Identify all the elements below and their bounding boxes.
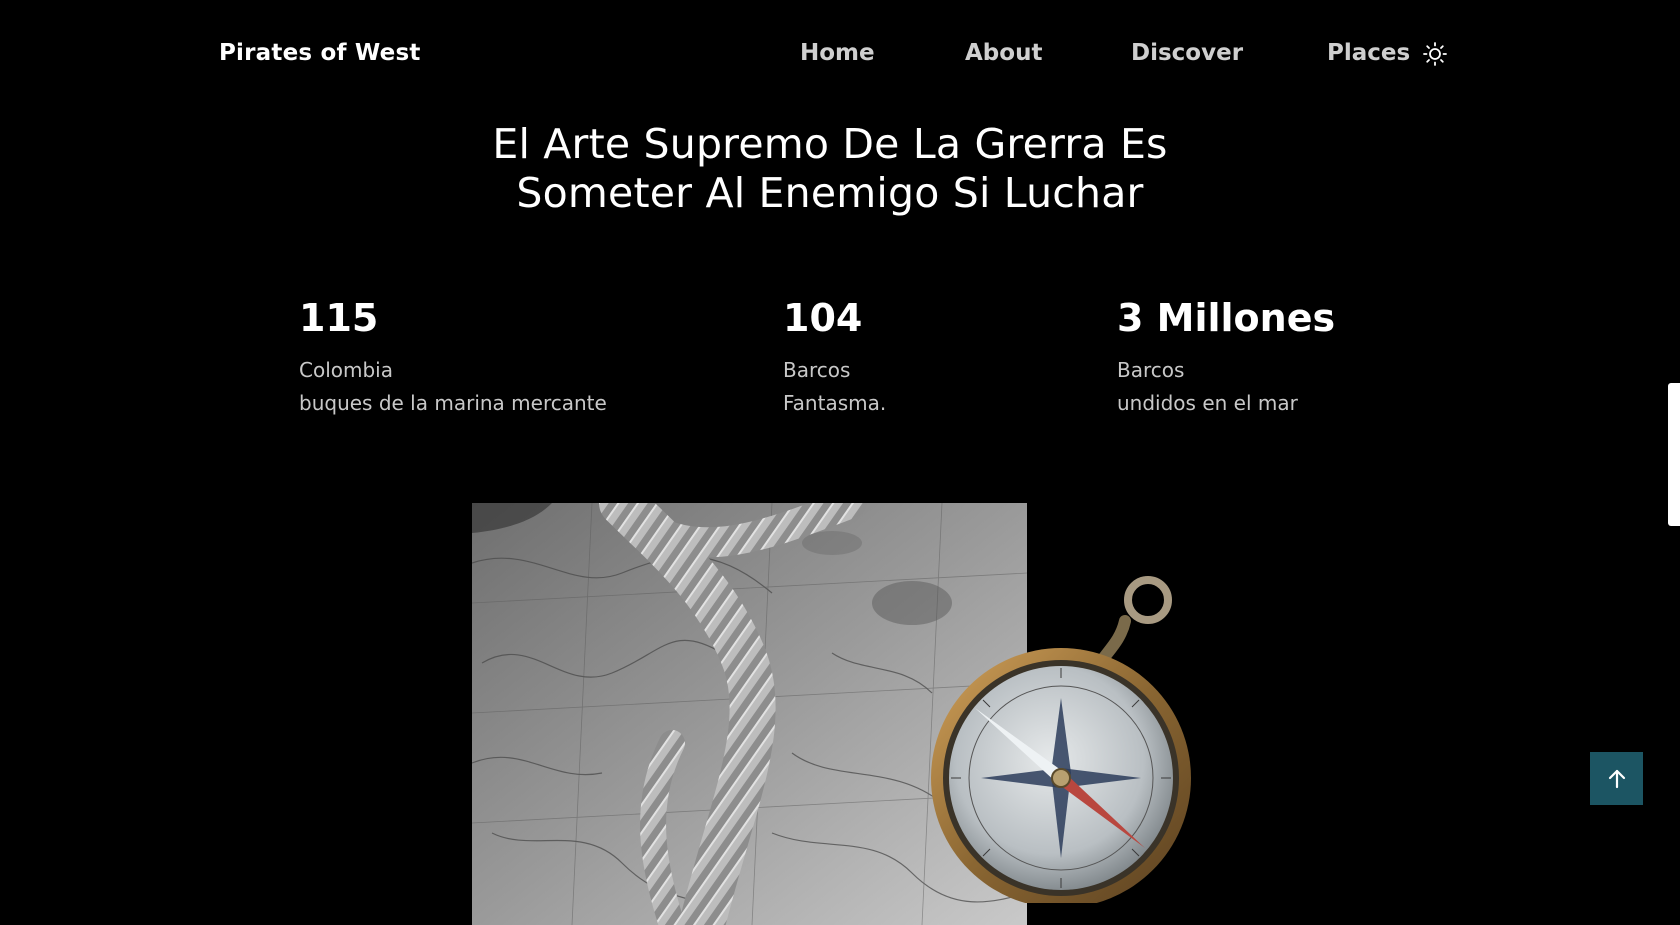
hero-title-line-1: El Arte Supremo De La Grerra Es (492, 120, 1168, 168)
stat-item: 104 Barcos Fantasma. (783, 296, 886, 420)
nav-discover-link[interactable]: Discover (1131, 40, 1243, 66)
stat-label: Barcos (1117, 358, 1185, 382)
nav-places-link[interactable]: Places (1327, 40, 1410, 66)
stat-label: Colombia (299, 358, 393, 382)
stat-label: Barcos (783, 358, 851, 382)
side-panel-tab[interactable] (1668, 383, 1680, 526)
stat-description: undidos en el mar (1117, 391, 1298, 415)
stat-value: 3 Millones (1117, 296, 1336, 340)
stat-item: 3 Millones Barcos undidos en el mar (1117, 296, 1335, 420)
scroll-to-top-button[interactable] (1590, 752, 1643, 805)
nav-about-link[interactable]: About (965, 40, 1042, 66)
stat-description: Fantasma. (783, 391, 887, 415)
theme-toggle-button[interactable] (1422, 41, 1448, 67)
stat-value: 115 (299, 296, 379, 340)
sun-icon (1423, 42, 1447, 66)
page: Pirates of West Home About Discover Plac… (0, 0, 1680, 925)
arrow-up-icon (1608, 769, 1625, 788)
compass-image (925, 573, 1200, 908)
stat-description: buques de la marina mercante (299, 391, 607, 415)
hero-title: El Arte Supremo De La Grerra Es Someter … (440, 120, 1220, 218)
nav-home-link[interactable]: Home (800, 40, 875, 66)
site-header: Pirates of West Home About Discover Plac… (0, 0, 1680, 110)
stat-item: 115 Colombia buques de la marina mercant… (299, 296, 607, 420)
hero-title-line-2: Someter Al Enemigo Si Luchar (516, 169, 1144, 217)
stat-value: 104 (783, 296, 863, 340)
site-logo[interactable]: Pirates of West (219, 40, 421, 66)
